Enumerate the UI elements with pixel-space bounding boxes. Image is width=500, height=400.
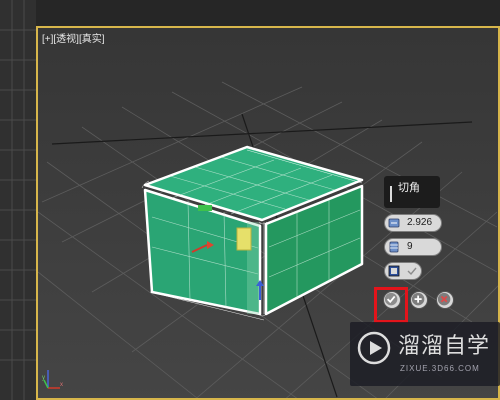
- caddy-title: 切角: [398, 182, 420, 194]
- chamfer-amount-field[interactable]: 2.926: [384, 214, 442, 232]
- chamfer-amount-value: 2.926: [407, 217, 433, 228]
- side-panel-grid: [0, 0, 36, 400]
- chamfer-type-icon: [388, 265, 400, 277]
- svg-text:x: x: [60, 382, 63, 388]
- segments-icon: [389, 241, 399, 253]
- svg-text:y: y: [42, 375, 45, 381]
- ok-button-highlight: [374, 287, 408, 323]
- x-icon: [437, 292, 451, 306]
- viewport-top-bar: [36, 0, 500, 26]
- selected-edge-face: [236, 227, 252, 251]
- chamfer-segments-field[interactable]: 9: [384, 238, 442, 256]
- small-check-icon: [407, 267, 417, 276]
- caddy-drag-handle[interactable]: [390, 186, 392, 202]
- apply-button[interactable]: [410, 291, 428, 309]
- side-panel-edge: [0, 0, 36, 400]
- watermark: 溜溜自学 ZIXUE.3D66.COM: [350, 322, 500, 386]
- plus-icon: [411, 292, 425, 306]
- chamfer-segments-value: 9: [407, 241, 413, 252]
- chamfer-amount-icon: [388, 218, 400, 228]
- watermark-logo-icon: [357, 331, 391, 365]
- cancel-button[interactable]: [436, 291, 454, 309]
- viewport-label[interactable]: [+][透视][真实]: [42, 30, 105, 45]
- caddy-title-box: 切角: [384, 176, 440, 208]
- chamfer-options-toggle[interactable]: [384, 262, 422, 280]
- watermark-url: ZIXUE.3D66.COM: [400, 364, 480, 373]
- watermark-brand: 溜溜自学: [398, 334, 491, 359]
